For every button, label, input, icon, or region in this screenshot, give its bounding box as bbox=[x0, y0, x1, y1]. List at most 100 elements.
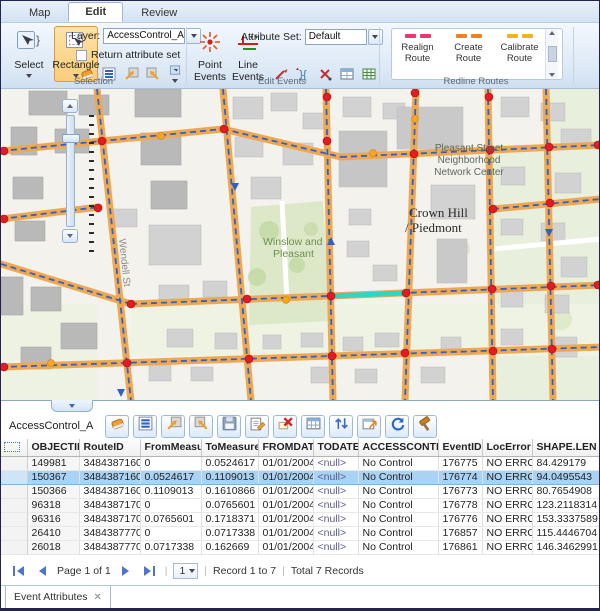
cell: 0.162669 bbox=[201, 540, 258, 554]
zoom-out-button[interactable] bbox=[62, 229, 78, 243]
table-row[interactable]: 96316348438717000.07656010.171837101/01/… bbox=[1, 512, 600, 526]
tab-edit[interactable]: Edit bbox=[68, 2, 123, 22]
panel-collapse-tab[interactable] bbox=[51, 400, 93, 412]
cell: 84.429179 bbox=[532, 456, 600, 470]
map-zoom-slider[interactable] bbox=[59, 99, 81, 243]
realign-route-button[interactable]: Realign Route bbox=[392, 29, 443, 79]
cell: 149981 bbox=[27, 456, 79, 470]
cell: <null> bbox=[313, 456, 358, 470]
poi-label-3: Network Center bbox=[434, 167, 504, 178]
select-tool-icon: } bbox=[16, 30, 42, 59]
cell: 26018 bbox=[27, 540, 79, 554]
select-all-corner[interactable] bbox=[1, 439, 27, 456]
column-header[interactable]: EventID bbox=[438, 439, 482, 456]
pan-to-selection-button[interactable] bbox=[189, 415, 213, 438]
table-row[interactable]: 150367348438716000.05246170.110901301/01… bbox=[1, 470, 600, 484]
refresh-button[interactable] bbox=[385, 415, 409, 438]
point-events-button[interactable]: Point Events bbox=[191, 26, 229, 82]
pan-to-selection-icon bbox=[193, 415, 210, 437]
tab-map[interactable]: Map bbox=[13, 4, 66, 22]
bottom-tabbar: Event Attributes ✕ bbox=[1, 585, 599, 609]
column-header[interactable]: ACCESSCONTROL bbox=[358, 439, 438, 456]
cell: <null> bbox=[313, 526, 358, 540]
cell: 01/01/2004 bbox=[258, 526, 313, 540]
edit-attributes-button[interactable] bbox=[245, 415, 269, 438]
cell: 01/01/2004 bbox=[258, 540, 313, 554]
attribute-set-input[interactable]: Default bbox=[305, 29, 367, 45]
calibrate-route-button[interactable]: Calibrate Route bbox=[494, 29, 545, 79]
cell: 96316 bbox=[27, 512, 79, 526]
cell: No Control bbox=[358, 526, 438, 540]
row-selector[interactable] bbox=[1, 484, 27, 498]
park-label-1: Winslow and bbox=[263, 236, 323, 248]
pagination-bar: Page 1 of 1 | 1 | Record 1 to 7 | Total … bbox=[1, 557, 600, 585]
cell: 34843871600 bbox=[79, 484, 140, 498]
first-page-button[interactable] bbox=[9, 563, 27, 579]
row-selector[interactable] bbox=[1, 498, 27, 512]
table-row[interactable]: 963183484387170000.076560101/01/2004<nul… bbox=[1, 498, 600, 512]
table-row[interactable]: 1499813484387160000.052461701/01/2004<nu… bbox=[1, 456, 600, 470]
zoom-to-selection-icon bbox=[165, 415, 182, 437]
clear-selection-button[interactable] bbox=[273, 415, 297, 438]
next-page-button[interactable] bbox=[117, 563, 135, 579]
table-row[interactable]: 26018348438777000.07173380.16266901/01/2… bbox=[1, 540, 600, 554]
close-tab-icon[interactable]: ✕ bbox=[94, 592, 102, 603]
column-header[interactable]: FROMDATE bbox=[258, 439, 313, 456]
zoom-in-button[interactable] bbox=[62, 99, 78, 113]
cell: 01/01/2004 bbox=[258, 470, 313, 484]
page-select[interactable]: 1 bbox=[173, 563, 198, 579]
column-header[interactable]: SHAPE.LEN bbox=[532, 439, 600, 456]
show-table-button[interactable] bbox=[301, 415, 325, 438]
row-selector[interactable] bbox=[1, 512, 27, 526]
row-selector[interactable] bbox=[1, 540, 27, 554]
cell: NO ERROR bbox=[482, 540, 532, 554]
open-window-button[interactable] bbox=[357, 415, 381, 438]
cell: <null> bbox=[313, 512, 358, 526]
sort-records-button[interactable] bbox=[329, 415, 353, 438]
row-selector[interactable] bbox=[1, 456, 27, 470]
zoom-slider-track[interactable] bbox=[66, 115, 75, 227]
layer-input[interactable]: AccessControl_A bbox=[103, 28, 185, 44]
column-header[interactable]: ToMeasure bbox=[201, 439, 258, 456]
cell: No Control bbox=[358, 484, 438, 498]
create-route-button[interactable]: Create Route bbox=[443, 29, 494, 79]
show-selected-records-icon bbox=[137, 415, 154, 437]
column-header[interactable]: TODATE bbox=[313, 439, 358, 456]
clear-selection-icon bbox=[277, 415, 294, 437]
cell: 01/01/2004 bbox=[258, 484, 313, 498]
cell: 115.4446704 bbox=[532, 526, 600, 540]
cell: 0.0765601 bbox=[140, 512, 201, 526]
map-view[interactable]: Wendell St Winslow and Pleasant Crown Hi… bbox=[1, 89, 600, 400]
table-row[interactable]: 150366348438716000.11090130.161086601/01… bbox=[1, 484, 600, 498]
show-selected-records-button[interactable] bbox=[133, 415, 157, 438]
event-attributes-tab[interactable]: Event Attributes ✕ bbox=[5, 586, 111, 609]
zoom-slider-handle[interactable] bbox=[62, 134, 80, 143]
column-header[interactable]: OBJECTID bbox=[27, 439, 79, 456]
cell: 34843877700 bbox=[79, 526, 140, 540]
attribute-set-dropdown-button[interactable] bbox=[368, 29, 383, 45]
table-row[interactable]: 264103484387770000.071733801/01/2004<nul… bbox=[1, 526, 600, 540]
ribbon: } Select Rectangle Layer: AccessControl_… bbox=[1, 23, 599, 89]
zoom-to-selection-button[interactable] bbox=[161, 415, 185, 438]
scroll-thumb[interactable] bbox=[548, 46, 557, 62]
column-header[interactable]: LocError bbox=[482, 439, 532, 456]
return-attribute-set-checkbox[interactable] bbox=[76, 50, 87, 61]
selected-event-segment[interactable] bbox=[331, 293, 405, 296]
select-button[interactable]: } Select bbox=[7, 26, 51, 82]
tools-button[interactable] bbox=[413, 415, 437, 438]
column-header[interactable]: FromMeasure bbox=[140, 439, 201, 456]
last-page-button[interactable] bbox=[141, 563, 159, 579]
row-selector[interactable] bbox=[1, 470, 27, 484]
scroll-up-icon[interactable] bbox=[549, 31, 555, 35]
cell: NO ERROR bbox=[482, 512, 532, 526]
tools-icon bbox=[417, 415, 434, 437]
select-events-button[interactable] bbox=[105, 415, 129, 438]
poi-label-1: Pleasant Street bbox=[435, 143, 504, 154]
row-selector[interactable] bbox=[1, 526, 27, 540]
column-header[interactable]: RouteID bbox=[79, 439, 140, 456]
redline-scrollbar[interactable] bbox=[545, 29, 558, 79]
save-button[interactable] bbox=[217, 415, 241, 438]
tab-review[interactable]: Review bbox=[125, 4, 193, 22]
cell: 0.0765601 bbox=[201, 498, 258, 512]
prev-page-button[interactable] bbox=[33, 563, 51, 579]
